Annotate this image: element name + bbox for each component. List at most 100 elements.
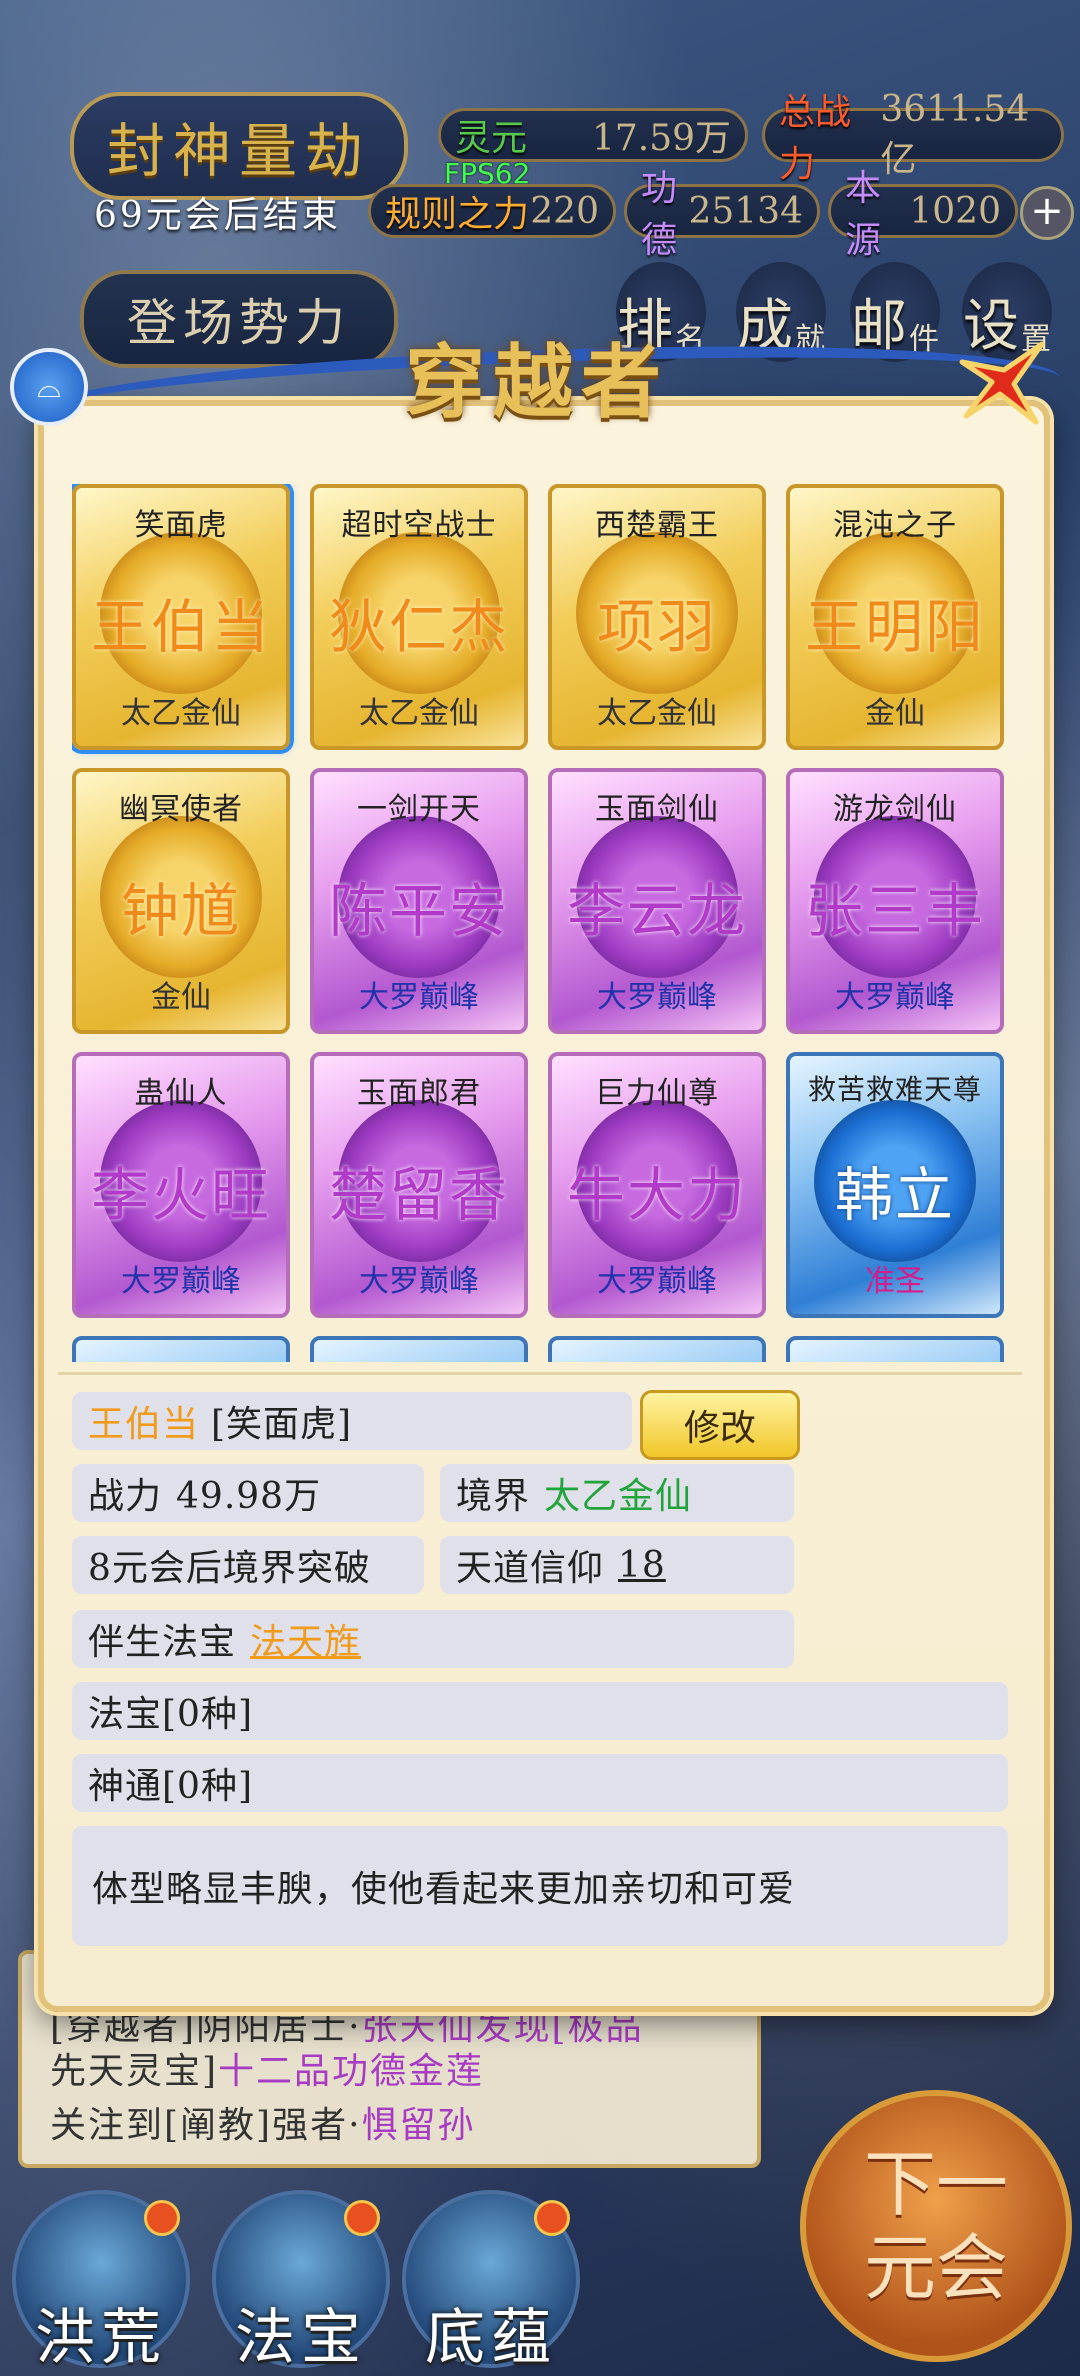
companion-treasure-row: 伴生法宝 法天旌 [72, 1610, 794, 1668]
heritage-button-label: 底蕴 [425, 2303, 557, 2373]
traveler-card[interactable]: 游龙剑仙 张三丰 大罗巅峰 [786, 768, 1004, 1034]
traveler-card[interactable]: 蛊仙人 李火旺 大罗巅峰 [72, 1052, 290, 1318]
merit-label: 功德 [641, 168, 678, 261]
merit-stat: 功德 25134 [624, 168, 820, 261]
card-realm: 大罗巅峰 [359, 980, 479, 1015]
traveler-card[interactable]: 玉面郎君 楚留香 大罗巅峰 [310, 1052, 528, 1318]
card-title: 混沌之子 [833, 508, 957, 543]
next-era-button-line1: 下一 [863, 2142, 1008, 2226]
treasure-button[interactable]: 法宝 [212, 2190, 390, 2373]
traveler-card-partial[interactable] [548, 1336, 766, 1362]
honghuang-button-label: 洪荒 [35, 2303, 167, 2373]
traveler-card[interactable]: 巨力仙尊 牛大力 大罗巅峰 [548, 1052, 766, 1318]
treasures-row[interactable]: 法宝[0种] [72, 1682, 1008, 1740]
realm-value: 太乙金仙 [544, 1476, 693, 1517]
card-title: 一剑开天 [357, 792, 481, 827]
card-realm: 金仙 [151, 980, 211, 1015]
heritage-button[interactable]: 底蕴 [402, 2190, 580, 2373]
card-name: 项羽 [596, 593, 717, 661]
companion-treasure-link[interactable]: 法天旌 [250, 1613, 361, 1665]
origin-label: 本源 [845, 168, 882, 261]
card-name: 牛大力 [566, 1161, 747, 1229]
traveler-card[interactable]: 救苦救难天尊 韩立 准圣 [786, 1052, 1004, 1318]
modal-divider [58, 1372, 1022, 1375]
lingyuan-value: 17.59万 [591, 118, 731, 159]
close-icon[interactable] [952, 332, 1048, 428]
faith-value[interactable]: 18 [618, 1545, 666, 1586]
traveler-card[interactable]: 玉面剑仙 李云龙 大罗巅峰 [548, 768, 766, 1034]
traveler-card-grid: 笑面虎 王伯当 太乙金仙 超时空战士 狄仁杰 太乙金仙 西楚霸王 项羽 太乙金仙… [72, 484, 1012, 1362]
card-name: 陈平安 [328, 877, 509, 945]
card-realm: 大罗巅峰 [597, 1264, 717, 1299]
faction-button-label: 登场势力 [127, 294, 351, 352]
power-label: 战力 [88, 1476, 163, 1517]
treasures-text: 法宝[0种] [88, 1694, 253, 1735]
card-realm: 金仙 [865, 696, 925, 731]
edit-button[interactable]: 修改 [640, 1390, 800, 1460]
merit-value: 25134 [688, 190, 803, 232]
rule-power-label: 规则之力 [385, 194, 530, 235]
modal-title: 穿越者 [405, 335, 669, 429]
traveler-card-partial[interactable] [310, 1336, 528, 1362]
lingyuan-label: 灵元 [455, 118, 528, 159]
traveler-card[interactable]: 幽冥使者 钟馗 金仙 [72, 768, 290, 1034]
card-title: 幽冥使者 [119, 792, 243, 827]
add-resource-button[interactable]: + [1020, 186, 1074, 240]
news-line-2-highlight: 十二品功德金莲 [218, 2051, 485, 2092]
chat-icon[interactable]: ⌓ [10, 348, 88, 426]
notification-dot [144, 2200, 180, 2236]
powers-text: 神通[0种] [88, 1766, 253, 1807]
news-line-2-text: 先天灵宝] [50, 2051, 219, 2092]
traveler-card-partial[interactable] [72, 1336, 290, 1362]
breakthrough-row: 8元会后境界突破 [72, 1536, 424, 1594]
card-realm: 太乙金仙 [359, 696, 479, 731]
card-title: 巨力仙尊 [595, 1076, 719, 1111]
rule-power-value: 220 [530, 190, 599, 232]
treasure-button-label: 法宝 [235, 2303, 367, 2373]
mail-button[interactable]: 邮件 [850, 262, 940, 362]
traveler-card[interactable]: 混沌之子 王明阳 金仙 [786, 484, 1004, 750]
edit-button-label: 修改 [683, 1408, 756, 1449]
card-name: 狄仁杰 [328, 593, 509, 661]
traveler-card[interactable]: 笑面虎 王伯当 太乙金仙 [72, 484, 290, 750]
card-name: 韩立 [834, 1161, 955, 1229]
card-title: 西楚霸王 [595, 508, 719, 543]
selected-name: 王伯当 [88, 1404, 200, 1445]
companion-label: 伴生法宝 [88, 1622, 237, 1663]
selected-nickname: [笑面虎] [211, 1404, 353, 1445]
total-power-stat: 总战力 3611.54亿 [762, 89, 1064, 185]
card-title: 玉面剑仙 [595, 792, 719, 827]
game-title-plate: 封神量劫 [70, 92, 408, 200]
card-title: 玉面郎君 [357, 1076, 481, 1111]
traveler-card[interactable]: 超时空战士 狄仁杰 太乙金仙 [310, 484, 528, 750]
game-title: 封神量劫 [106, 117, 371, 185]
card-name: 钟馗 [120, 877, 241, 945]
card-title: 救苦救难天尊 [807, 1073, 982, 1106]
origin-stat: 本源 1020 [828, 168, 1018, 261]
lingyuan-stat: 灵元 17.59万 [438, 108, 748, 162]
next-era-button[interactable]: 下一 元会 [800, 2090, 1072, 2362]
notification-dot [534, 2200, 570, 2236]
card-name: 楚留香 [328, 1161, 509, 1229]
card-title: 蛊仙人 [134, 1076, 228, 1111]
card-title: 游龙剑仙 [833, 792, 957, 827]
news-line-3-highlight: 惧留孙 [361, 2105, 476, 2146]
powers-row[interactable]: 神通[0种] [72, 1754, 1008, 1812]
rule-power-stat: 规则之力 220 [368, 184, 616, 238]
news-line-3: 关注到[阐教]强者·惧留孙 [50, 2096, 476, 2148]
description-text: 体型略显丰腴，使他看起来更加亲切和可爱 [92, 1869, 796, 1910]
news-line-2: 先天灵宝]十二品功德金莲 [50, 2042, 484, 2094]
traveler-card-partial[interactable] [786, 1336, 1004, 1362]
notification-dot [344, 2200, 380, 2236]
card-realm: 大罗巅峰 [121, 1264, 241, 1299]
traveler-card[interactable]: 一剑开天 陈平安 大罗巅峰 [310, 768, 528, 1034]
origin-value: 1020 [909, 190, 1001, 232]
card-name: 张三丰 [804, 877, 985, 945]
faith-label: 天道信仰 [456, 1548, 605, 1589]
faction-button[interactable]: 登场势力 [80, 270, 398, 368]
traveler-card[interactable]: 西楚霸王 项羽 太乙金仙 [548, 484, 766, 750]
era-end-text: 69元会后结束 [94, 195, 341, 236]
honghuang-button[interactable]: 洪荒 [12, 2190, 190, 2373]
card-name: 李火旺 [90, 1161, 271, 1229]
realm-row: 境界 太乙金仙 [440, 1464, 794, 1522]
